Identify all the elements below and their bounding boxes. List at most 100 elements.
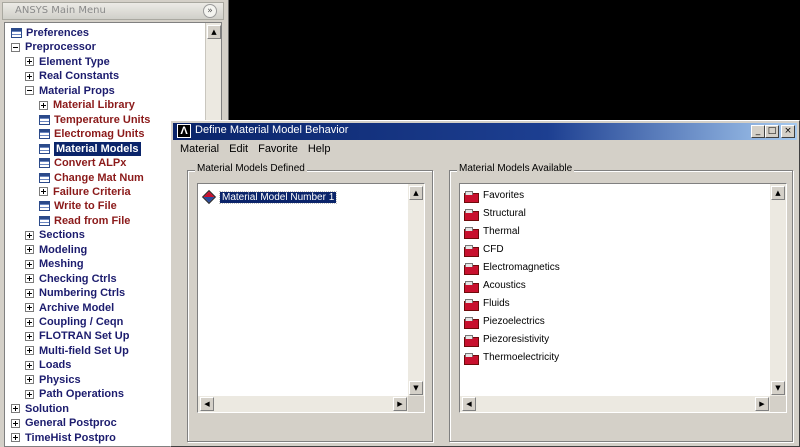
material-models-available-list[interactable]: Favorites Structural Thermal CFD Electromagn… — [459, 183, 787, 413]
list-item[interactable]: CFD — [464, 241, 504, 257]
tree-item-preprocessor[interactable]: Preprocessor — [11, 40, 96, 54]
tree-item-failure-criteria[interactable]: Failure Criteria — [39, 185, 131, 199]
list-item[interactable]: Acoustics — [464, 277, 526, 293]
dialog-titlebar[interactable]: Λ Define Material Model Behavior _ □ × — [173, 123, 797, 140]
expand-icon[interactable] — [25, 331, 34, 341]
ansys-app-icon: Λ — [177, 124, 191, 138]
defined-vertical-scrollbar[interactable]: ▲ ▼ — [408, 184, 424, 396]
list-item-label: Thermoelectricity — [483, 351, 560, 363]
menu-material[interactable]: Material — [175, 141, 224, 157]
scroll-up-button[interactable]: ▲ — [409, 186, 423, 200]
expand-icon[interactable] — [25, 288, 34, 298]
close-button[interactable]: × — [781, 125, 795, 138]
tree-item-label: Meshing — [39, 258, 84, 271]
list-item[interactable]: Piezoresistivity — [464, 331, 549, 347]
tree-item-material-library[interactable]: Material Library — [39, 98, 135, 112]
expand-icon[interactable] — [25, 245, 34, 255]
scroll-down-button[interactable]: ▼ — [409, 381, 423, 395]
scroll-left-button[interactable]: ◀ — [200, 397, 214, 411]
scroll-left-button[interactable]: ◀ — [462, 397, 476, 411]
list-item[interactable]: Piezoelectrics — [464, 313, 545, 329]
tree-item-label: Loads — [39, 359, 72, 372]
collapse-node-icon[interactable] — [25, 86, 34, 96]
tree-item-preferences[interactable]: Preferences — [11, 26, 89, 40]
expand-icon[interactable] — [25, 274, 34, 284]
expand-icon[interactable] — [25, 360, 34, 370]
tree-item-material-props[interactable]: Material Props — [25, 84, 115, 98]
expand-icon[interactable] — [11, 418, 20, 428]
menu-help[interactable]: Help — [303, 141, 336, 157]
tree-item-general-postproc[interactable]: General Postproc — [11, 416, 117, 430]
expand-icon[interactable] — [39, 187, 48, 197]
tree-item-convert-alpx[interactable]: Convert ALPx — [39, 156, 126, 170]
tree-item-loads[interactable]: Loads — [25, 358, 71, 372]
scroll-up-button[interactable]: ▲ — [771, 186, 785, 200]
expand-icon[interactable] — [25, 71, 34, 81]
minimize-button[interactable]: _ — [751, 125, 765, 138]
collapse-node-icon[interactable] — [11, 42, 20, 52]
scroll-down-button[interactable]: ▼ — [771, 381, 785, 395]
list-item[interactable]: Structural — [464, 205, 526, 221]
expand-icon[interactable] — [25, 230, 34, 240]
document-icon — [39, 129, 50, 140]
tree-item-write-to-file[interactable]: Write to File — [39, 199, 117, 213]
tree-item-solution[interactable]: Solution — [11, 402, 69, 416]
tree-item-numbering-ctrls[interactable]: Numbering Ctrls — [25, 286, 125, 300]
tree-item-label: Numbering Ctrls — [39, 287, 126, 300]
tree-item-sections[interactable]: Sections — [25, 228, 85, 242]
tree-item-coupling-ceqn[interactable]: Coupling / Ceqn — [25, 315, 123, 329]
folder-icon — [464, 208, 479, 221]
tree-item-path-operations[interactable]: Path Operations — [25, 387, 124, 401]
tree-item-timehist-postpro[interactable]: TimeHist Postpro — [11, 431, 116, 445]
scroll-right-button[interactable]: ▶ — [393, 397, 407, 411]
expand-icon[interactable] — [11, 404, 20, 414]
defined-horizontal-scrollbar[interactable]: ◀ ▶ — [198, 396, 408, 412]
list-item-label: Structural — [483, 207, 526, 219]
folder-icon — [464, 298, 479, 311]
tree-item-physics[interactable]: Physics — [25, 373, 81, 387]
tree-item-multi-field-set-up[interactable]: Multi-field Set Up — [25, 344, 129, 358]
restore-button[interactable]: □ — [765, 125, 779, 138]
tree-item-real-constants[interactable]: Real Constants — [25, 69, 119, 83]
list-item[interactable]: Thermoelectricity — [464, 349, 559, 365]
document-icon — [39, 172, 50, 183]
tree-item-checking-ctrls[interactable]: Checking Ctrls — [25, 272, 117, 286]
expand-icon[interactable] — [25, 346, 34, 356]
material-model-icon — [201, 189, 217, 205]
material-models-defined-title: Material Models Defined — [195, 163, 307, 174]
tree-item-archive-model[interactable]: Archive Model — [25, 301, 114, 315]
available-vertical-scrollbar[interactable]: ▲ ▼ — [770, 184, 786, 396]
scroll-right-button[interactable]: ▶ — [755, 397, 769, 411]
collapse-icon[interactable]: » — [203, 4, 217, 18]
list-item[interactable]: Thermal — [464, 223, 520, 239]
list-item[interactable]: Fluids — [464, 295, 510, 311]
list-item[interactable]: Electromagnetics — [464, 259, 560, 275]
expand-icon[interactable] — [25, 389, 34, 399]
tree-item-read-from-file[interactable]: Read from File — [39, 214, 130, 228]
tree-item-change-mat-num[interactable]: Change Mat Num — [39, 171, 144, 185]
expand-icon[interactable] — [25, 259, 34, 269]
document-icon — [39, 114, 50, 125]
expand-icon[interactable] — [25, 375, 34, 385]
tree-item-element-type[interactable]: Element Type — [25, 55, 110, 69]
expand-icon[interactable] — [11, 433, 20, 443]
expand-icon[interactable] — [25, 57, 34, 67]
tree-item-material-models[interactable]: Material Models — [39, 141, 141, 156]
menu-edit[interactable]: Edit — [224, 141, 253, 157]
expand-icon[interactable] — [25, 303, 34, 313]
tree-item-electromag-units[interactable]: Electromag Units — [39, 127, 144, 141]
tree-scroll-up-button[interactable]: ▲ — [207, 25, 221, 39]
available-horizontal-scrollbar[interactable]: ◀ ▶ — [460, 396, 770, 412]
material-models-defined-list[interactable]: Material Model Number 1 ▲ ▼ ◀ ▶ — [197, 183, 425, 413]
tree-item-label: Archive Model — [39, 301, 115, 314]
tree-item-modeling[interactable]: Modeling — [25, 243, 87, 257]
list-item[interactable]: Material Model Number 1 — [201, 189, 338, 205]
tree-item-temperature-units[interactable]: Temperature Units — [39, 113, 150, 127]
tree-item-flotran-set-up[interactable]: FLOTRAN Set Up — [25, 329, 129, 343]
list-item[interactable]: Favorites — [464, 187, 524, 203]
expand-icon[interactable] — [25, 317, 34, 327]
document-icon — [39, 158, 50, 169]
tree-item-meshing[interactable]: Meshing — [25, 257, 84, 271]
menu-favorite[interactable]: Favorite — [253, 141, 303, 157]
expand-icon[interactable] — [39, 100, 48, 110]
